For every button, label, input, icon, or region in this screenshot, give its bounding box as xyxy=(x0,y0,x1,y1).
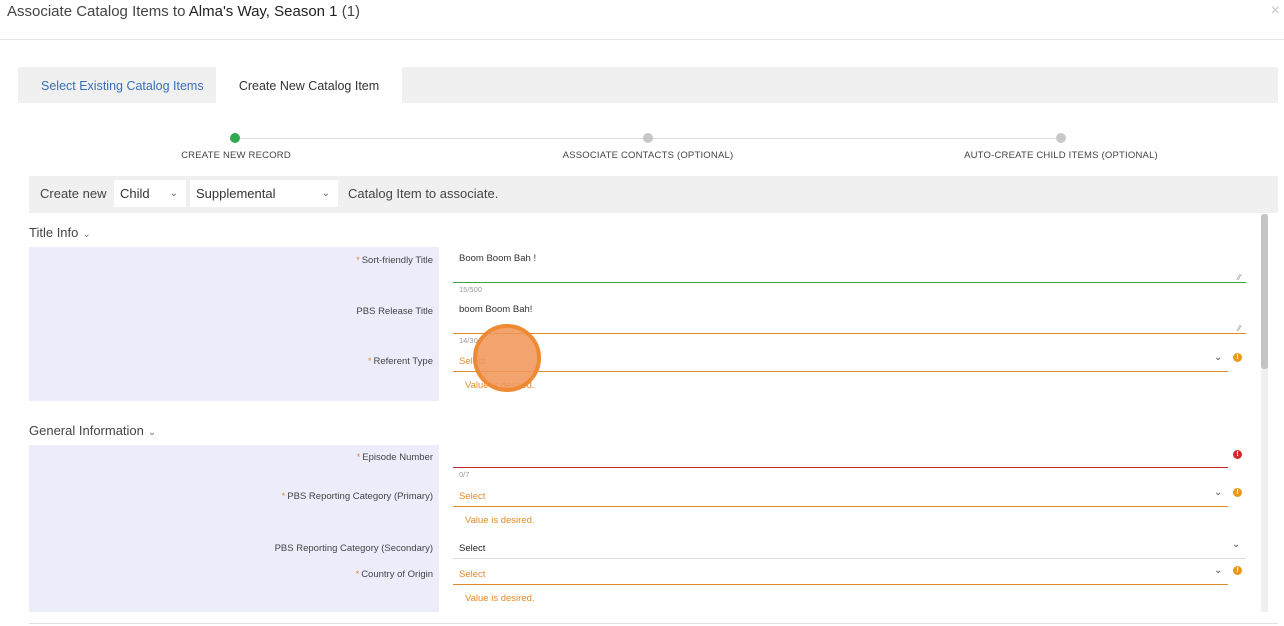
warning-icon: ! xyxy=(1233,353,1242,362)
step-2-label: ASSOCIATE CONTACTS (OPTIONAL) xyxy=(562,150,734,161)
tab-select-existing[interactable]: Select Existing Catalog Items xyxy=(27,67,218,103)
form-scrollbar[interactable] xyxy=(1261,214,1268,612)
item-subtype-value: Supplemental xyxy=(196,186,276,201)
sort-title-underline xyxy=(453,282,1246,283)
section-toggle-title-info[interactable]: Title Info ⌄ xyxy=(29,225,91,240)
country-of-origin-label-text: Country of Origin xyxy=(361,569,433,580)
chevron-down-icon[interactable]: ⌄ xyxy=(1214,487,1222,498)
resize-handle-icon[interactable]: ⁄⁄ xyxy=(1238,324,1241,333)
create-new-prefix: Create new xyxy=(40,186,107,201)
sort-title-label: * Sort-friendly Title xyxy=(356,255,433,266)
chevron-down-icon: ⌄ xyxy=(147,427,157,438)
pbs-reporting-secondary-underline xyxy=(453,558,1246,559)
pbs-reporting-primary-underline xyxy=(453,506,1228,507)
progress-stepper: CREATE NEW RECORD ASSOCIATE CONTACTS (OP… xyxy=(0,130,1284,170)
sort-title-counter: 15/500 xyxy=(459,285,482,294)
create-new-suffix: Catalog Item to associate. xyxy=(348,186,499,201)
warning-icon: ! xyxy=(1233,488,1242,497)
chevron-down-icon[interactable]: ⌄ xyxy=(1214,352,1222,363)
required-marker: * xyxy=(281,491,286,501)
pbs-release-title-input[interactable]: boom Boom Bah! xyxy=(459,304,532,315)
episode-number-underline xyxy=(453,467,1228,468)
referent-type-label-text: Referent Type xyxy=(373,356,433,367)
stepper-connector xyxy=(652,138,1056,139)
section-title: Title Info xyxy=(29,225,79,240)
episode-number-input[interactable] xyxy=(459,452,1219,466)
chevron-down-icon: ⌄ xyxy=(321,188,330,199)
country-of-origin-underline xyxy=(453,584,1228,585)
pbs-reporting-primary-hint: Value is desired. xyxy=(465,515,535,526)
pbs-reporting-primary-label-text: PBS Reporting Category (Primary) xyxy=(287,491,433,502)
modal-title: Associate Catalog Items to Alma's Way, S… xyxy=(7,3,360,20)
pbs-reporting-primary-select[interactable]: Select xyxy=(459,491,485,502)
sort-title-label-text: Sort-friendly Title xyxy=(361,255,433,266)
country-of-origin-label: * Country of Origin xyxy=(356,569,433,580)
sort-title-input[interactable]: Boom Boom Bah ! xyxy=(459,253,536,264)
chevron-down-icon[interactable]: ⌄ xyxy=(1214,565,1222,576)
tab-bar: Select Existing Catalog Items Create New… xyxy=(18,67,1278,103)
required-marker: * xyxy=(367,356,372,366)
chevron-down-icon: ⌄ xyxy=(82,229,91,240)
modal-header: Associate Catalog Items to Alma's Way, S… xyxy=(0,0,1284,40)
title-info-label-panel xyxy=(29,247,439,401)
episode-number-label-text: Episode Number xyxy=(362,452,433,463)
scrollbar-thumb[interactable] xyxy=(1261,214,1268,369)
modal-title-series: Alma's Way, Season 1 xyxy=(188,3,338,20)
general-info-label-panel xyxy=(29,445,439,612)
form-bottom-divider xyxy=(29,623,1278,624)
resize-handle-icon[interactable]: ⁄⁄ xyxy=(1238,273,1241,282)
close-icon[interactable]: × xyxy=(1271,2,1280,20)
referent-type-label: * Referent Type xyxy=(368,356,433,367)
chevron-down-icon: ⌄ xyxy=(169,188,178,199)
pbs-reporting-secondary-label: PBS Reporting Category (Secondary) xyxy=(274,543,433,554)
required-marker: * xyxy=(356,452,361,462)
create-new-bar: Create new Child ⌄ Supplemental ⌄ Catalo… xyxy=(29,176,1278,213)
modal-title-count: (1) xyxy=(337,3,361,20)
referent-type-underline xyxy=(453,371,1228,372)
item-type-value: Child xyxy=(120,186,150,201)
required-marker: * xyxy=(355,569,360,579)
step-1-label: CREATE NEW RECORD xyxy=(181,150,291,161)
section-toggle-general-info[interactable]: General Information ⌄ xyxy=(29,423,156,438)
step-3-label: AUTO-CREATE CHILD ITEMS (OPTIONAL) xyxy=(964,150,1158,161)
country-of-origin-hint: Value is desired. xyxy=(465,593,535,604)
pbs-release-title-underline xyxy=(453,333,1246,334)
step-3-dot xyxy=(1056,133,1066,143)
click-indicator xyxy=(473,324,541,392)
required-marker: * xyxy=(356,255,360,265)
tab-create-new[interactable]: Create New Catalog Item xyxy=(216,67,402,103)
chevron-down-icon[interactable]: ⌄ xyxy=(1232,539,1240,550)
item-subtype-select[interactable]: Supplemental ⌄ xyxy=(190,180,338,207)
warning-icon: ! xyxy=(1233,566,1242,575)
item-type-select[interactable]: Child ⌄ xyxy=(114,180,186,207)
pbs-release-title-label: PBS Release Title xyxy=(356,306,433,317)
episode-number-label: * Episode Number xyxy=(357,452,433,463)
modal-title-prefix: Associate Catalog Items to xyxy=(7,3,189,20)
stepper-connector xyxy=(240,138,646,139)
step-1-active-dot xyxy=(230,133,240,143)
section-title: General Information xyxy=(29,423,144,438)
pbs-reporting-secondary-select[interactable]: Select xyxy=(459,543,485,554)
country-of-origin-select[interactable]: Select xyxy=(459,569,485,580)
episode-number-counter: 0/7 xyxy=(459,470,470,479)
step-2-dot xyxy=(643,133,653,143)
pbs-reporting-primary-label: * PBS Reporting Category (Primary) xyxy=(282,491,433,502)
error-icon: ! xyxy=(1233,450,1242,459)
